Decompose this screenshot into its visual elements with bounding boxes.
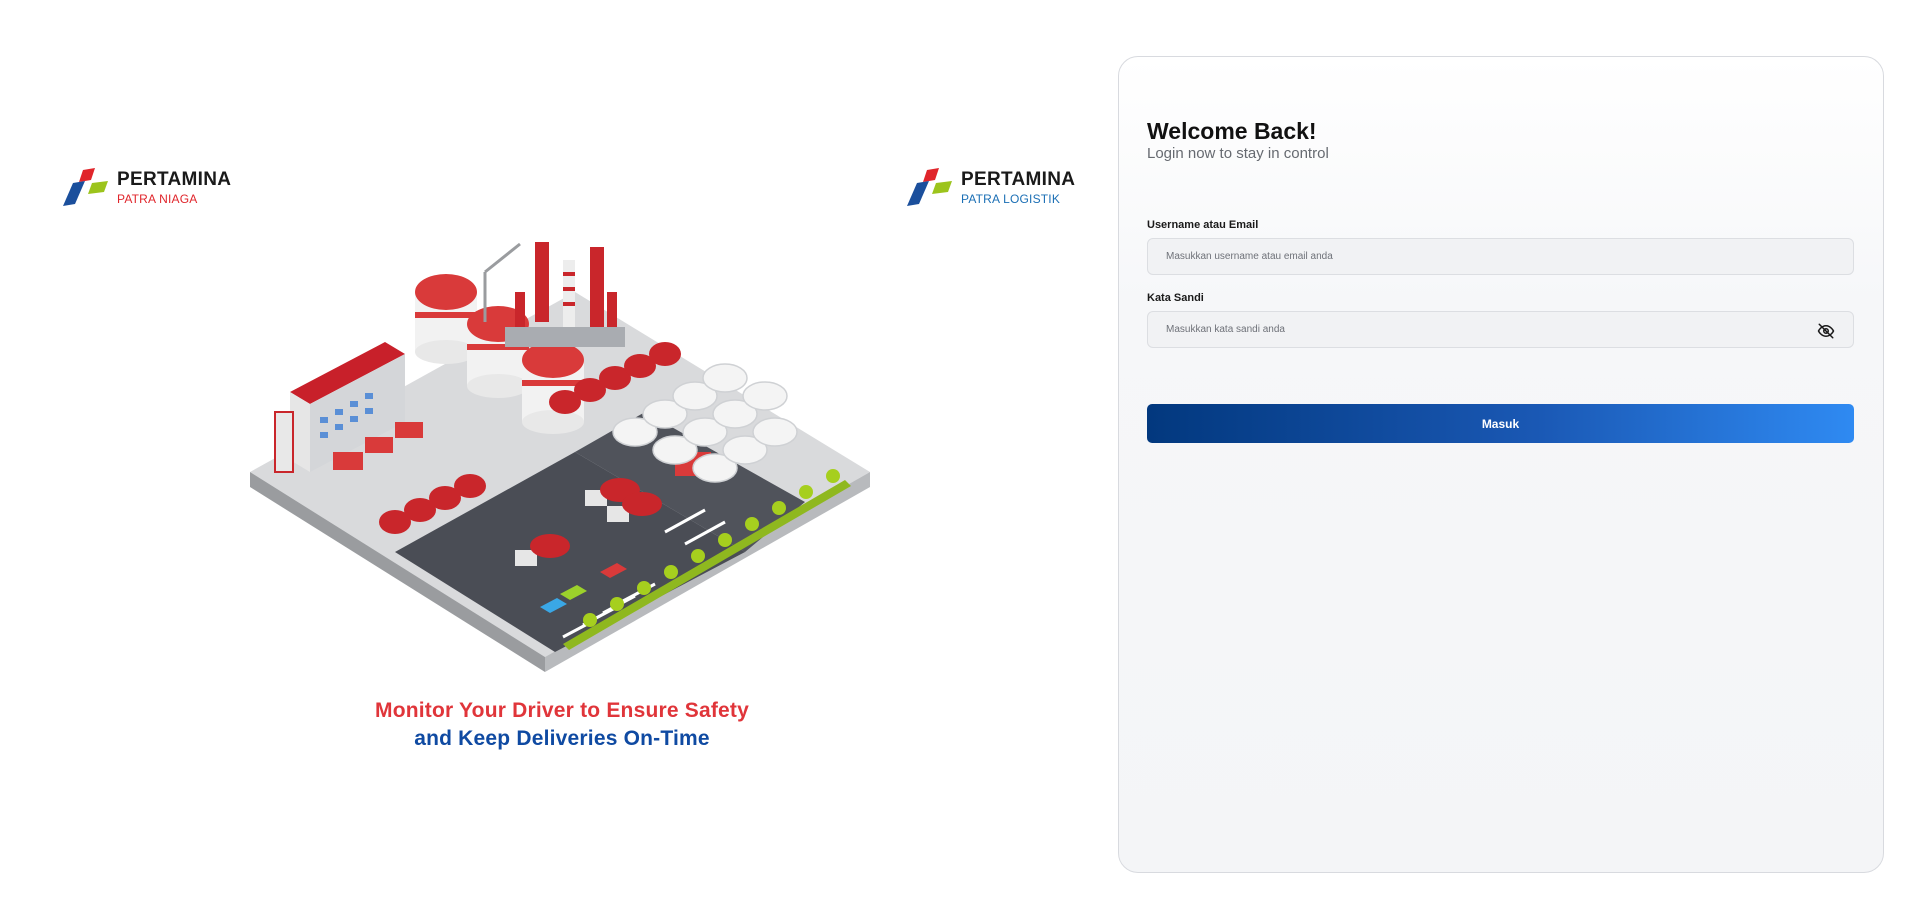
login-title: Welcome Back! [1147, 118, 1317, 144]
pertamina-mark-icon [907, 168, 952, 206]
pertamina-patra-niaga-logo: PERTAMINA PATRA NIAGA [61, 166, 231, 208]
hero-panel: PERTAMINA PATRA NIAGA PERTAMINA PATRA LO… [0, 0, 1100, 918]
logo-brand-text: PERTAMINA [961, 168, 1076, 190]
password-input[interactable] [1148, 312, 1853, 347]
tagline-line-1: Monitor Your Driver to Ensure Safety [375, 699, 749, 722]
username-field-wrapper [1147, 238, 1854, 275]
pertamina-mark-icon [63, 168, 108, 206]
username-label: Username atau Email [1147, 219, 1259, 231]
login-submit-button[interactable]: Masuk [1147, 404, 1854, 443]
logo-sub-text: PATRA NIAGA [117, 191, 198, 206]
login-subtitle: Login now to stay in control [1147, 145, 1329, 162]
logo-sub-text: PATRA LOGISTIK [961, 191, 1061, 206]
refinery-depot-illustration [250, 242, 870, 672]
logo-brand-text: PERTAMINA [117, 168, 232, 190]
hero-tagline: Monitor Your Driver to Ensure Safety and… [262, 697, 862, 753]
password-label: Kata Sandi [1147, 292, 1204, 304]
pertamina-patra-logistik-logo: PERTAMINA PATRA LOGISTIK [905, 166, 1075, 208]
tagline-line-2: and Keep Deliveries On-Time [414, 727, 710, 750]
username-input[interactable] [1148, 239, 1853, 274]
login-card: Welcome Back! Login now to stay in contr… [1118, 56, 1884, 873]
password-field-wrapper [1147, 311, 1854, 348]
eye-off-icon[interactable] [1817, 322, 1835, 340]
